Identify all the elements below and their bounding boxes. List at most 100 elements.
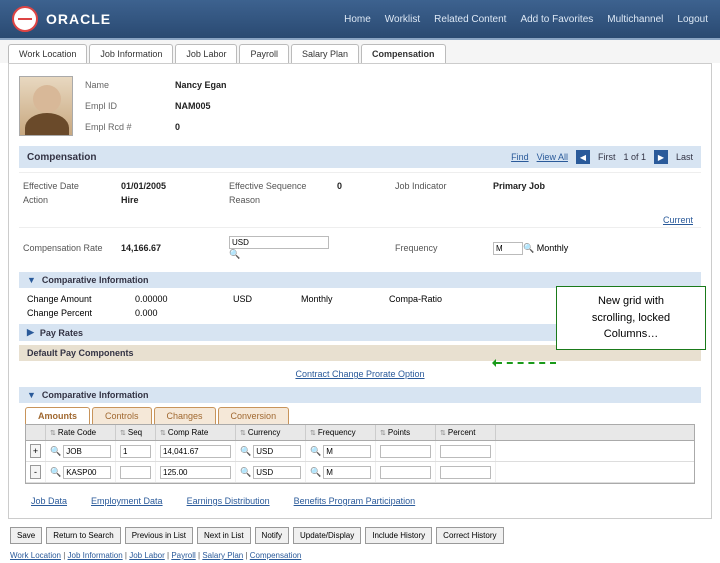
emplid-label: Empl ID <box>85 101 165 111</box>
effective-row: Effective Date 01/01/2005 Effective Sequ… <box>19 177 701 209</box>
collapse-icon: ▼ <box>27 275 36 285</box>
freq-input[interactable] <box>323 445 371 458</box>
next-button[interactable]: Next in List <box>197 527 251 544</box>
nav-home[interactable]: Home <box>344 14 371 25</box>
percent-input[interactable] <box>440 445 491 458</box>
freq-input[interactable] <box>323 466 371 479</box>
lookup-icon[interactable]: 🔍 <box>229 249 240 259</box>
add-row-button[interactable]: + <box>30 444 41 458</box>
last-label: Last <box>676 152 693 162</box>
lookup-icon[interactable]: 🔍 <box>50 446 61 457</box>
update-display-button[interactable]: Update/Display <box>293 527 361 544</box>
crumb-job-labor[interactable]: Job Labor <box>129 551 165 560</box>
lookup-icon[interactable]: 🔍 <box>310 467 321 478</box>
notify-button[interactable]: Notify <box>255 527 289 544</box>
col-points[interactable]: ⇅Points <box>376 425 436 440</box>
grid-tabs: Amounts Controls Changes Conversion <box>19 407 701 424</box>
nav-worklist[interactable]: Worklist <box>385 14 420 25</box>
return-search-button[interactable]: Return to Search <box>46 527 120 544</box>
table-row: - 🔍 🔍 🔍 <box>26 462 694 483</box>
nav-related[interactable]: Related Content <box>434 14 506 25</box>
tab-job-info[interactable]: Job Information <box>89 44 173 63</box>
crumb-compensation[interactable]: Compensation <box>250 551 302 560</box>
callout-arrow <box>496 362 556 364</box>
points-input[interactable] <box>380 466 431 479</box>
crumb-salary-plan[interactable]: Salary Plan <box>202 551 243 560</box>
benefits-link[interactable]: Benefits Program Participation <box>294 496 416 506</box>
name-value: Nancy Egan <box>175 80 295 90</box>
tab-compensation[interactable]: Compensation <box>361 44 446 63</box>
rate-code-input[interactable] <box>63 445 111 458</box>
tab-controls[interactable]: Controls <box>92 407 152 424</box>
reason-label: Reason <box>229 195 329 205</box>
nav-favorites[interactable]: Add to Favorites <box>520 14 593 25</box>
tab-job-labor[interactable]: Job Labor <box>175 44 237 63</box>
freq-input[interactable] <box>493 242 523 255</box>
rate-code-input[interactable] <box>63 466 111 479</box>
save-button[interactable]: Save <box>10 527 42 544</box>
include-history-button[interactable]: Include History <box>365 527 432 544</box>
chgamt-label: Change Amount <box>27 294 127 304</box>
crumb-payroll[interactable]: Payroll <box>171 551 195 560</box>
tab-work-location[interactable]: Work Location <box>8 44 87 63</box>
currency-input[interactable] <box>253 466 301 479</box>
viewall-link[interactable]: View All <box>537 152 568 162</box>
comparative2-header[interactable]: ▼ Comparative Information <box>19 387 701 403</box>
earnings-dist-link[interactable]: Earnings Distribution <box>187 496 270 506</box>
points-input[interactable] <box>380 445 431 458</box>
page-tabs: Work Location Job Information Job Labor … <box>0 40 720 63</box>
currency-input[interactable] <box>253 445 301 458</box>
profile-row: Name Nancy Egan Empl ID NAM005 Empl Rcd … <box>19 70 701 142</box>
lookup-icon[interactable]: 🔍 <box>240 467 251 478</box>
record-nav: Find View All ◀ First 1 of 1 ▶ Last <box>511 150 693 164</box>
delete-row-button[interactable]: - <box>30 465 41 479</box>
col-seq[interactable]: ⇅Seq <box>116 425 156 440</box>
callout-line1: New grid with <box>563 293 699 310</box>
tab-changes[interactable]: Changes <box>154 407 216 424</box>
brand-text: ORACLE <box>46 11 111 27</box>
tab-conversion[interactable]: Conversion <box>218 407 290 424</box>
tab-salary-plan[interactable]: Salary Plan <box>291 44 359 63</box>
lookup-icon[interactable]: 🔍 <box>310 446 321 457</box>
chg-currency: USD <box>233 294 293 304</box>
comp-rate-input[interactable] <box>160 445 231 458</box>
last-button[interactable]: ▶ <box>654 150 668 164</box>
crumb-work-location[interactable]: Work Location <box>10 551 61 560</box>
lookup-icon[interactable]: 🔍 <box>240 446 251 457</box>
col-frequency[interactable]: ⇅Frequency <box>306 425 376 440</box>
correct-history-button[interactable]: Correct History <box>436 527 503 544</box>
comp-rate-input[interactable] <box>160 466 231 479</box>
record-counter: 1 of 1 <box>623 152 646 162</box>
seq-input[interactable] <box>120 445 151 458</box>
first-button[interactable]: ◀ <box>576 150 590 164</box>
col-rate-code[interactable]: ⇅Rate Code <box>46 425 116 440</box>
seq-input[interactable] <box>120 466 151 479</box>
action-buttons: Save Return to Search Previous in List N… <box>0 523 720 548</box>
lookup-icon[interactable]: 🔍 <box>523 243 534 253</box>
lookup-icon[interactable]: 🔍 <box>50 467 61 478</box>
jobind-value: Primary Job <box>493 181 613 191</box>
col-currency[interactable]: ⇅Currency <box>236 425 306 440</box>
bottom-links: Job Data Employment Data Earnings Distri… <box>19 490 701 512</box>
col-percent[interactable]: ⇅Percent <box>436 425 496 440</box>
effseq-value: 0 <box>337 181 387 191</box>
currency-input[interactable] <box>229 236 329 249</box>
tab-amounts[interactable]: Amounts <box>25 407 90 424</box>
profile-fields: Name Nancy Egan Empl ID NAM005 Empl Rcd … <box>85 76 295 136</box>
effdate-value: 01/01/2005 <box>121 181 221 191</box>
nav-multichannel[interactable]: Multichannel <box>607 14 663 25</box>
percent-input[interactable] <box>440 466 491 479</box>
callout-line3: Columns… <box>563 326 699 343</box>
nav-logout[interactable]: Logout <box>677 14 708 25</box>
job-data-link[interactable]: Job Data <box>31 496 67 506</box>
contract-change-link[interactable]: Contract Change Prorate Option <box>295 369 424 379</box>
employment-data-link[interactable]: Employment Data <box>91 496 163 506</box>
find-link[interactable]: Find <box>511 152 529 162</box>
expand-icon: ▶ <box>27 327 34 338</box>
col-comp-rate[interactable]: ⇅Comp Rate <box>156 425 236 440</box>
crumb-job-info[interactable]: Job Information <box>68 551 123 560</box>
current-link[interactable]: Current <box>663 215 693 225</box>
tab-payroll[interactable]: Payroll <box>239 44 289 63</box>
pay-components-grid: ⇅Rate Code ⇅Seq ⇅Comp Rate ⇅Currency ⇅Fr… <box>25 424 695 484</box>
previous-button[interactable]: Previous in List <box>125 527 193 544</box>
